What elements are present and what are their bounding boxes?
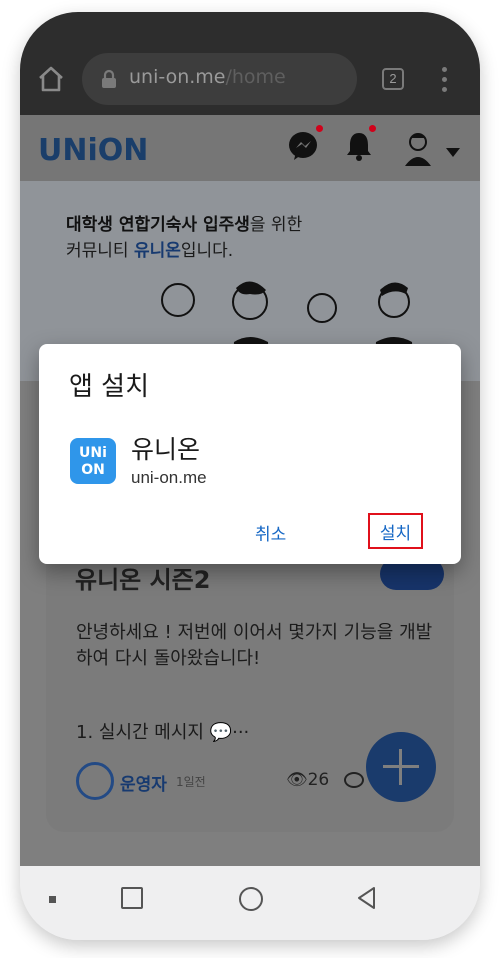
hero-line2-brand: 유니온	[133, 241, 181, 261]
lock-icon	[102, 69, 116, 88]
post-list-item: 1. 실시간 메시지 💬···	[76, 722, 250, 743]
recents-dot-icon[interactable]	[49, 896, 56, 903]
app-icon-text-line2: ON	[81, 462, 105, 478]
tab-switcher-button[interactable]: 2	[382, 68, 404, 90]
dialog-title: 앱 설치	[69, 372, 150, 402]
app-host: uni-on.me	[131, 468, 207, 487]
app-name: 유니온	[131, 435, 201, 464]
author-avatar	[76, 762, 114, 800]
browser-toolbar: uni-on.me/home 2	[20, 12, 480, 115]
bell-icon[interactable]	[344, 130, 374, 162]
hero-text: 대학생 연합기숙사 입주생을 위한 커뮤니티 유니온입니다.	[66, 212, 302, 264]
eye-icon: 👁	[286, 770, 308, 790]
app-icon: UNi ON	[70, 438, 116, 484]
app-icon-text-line1: UNi	[79, 445, 107, 461]
install-app-dialog: 앱 설치 UNi ON 유니온 uni-on.me 취소 설치	[39, 344, 461, 564]
address-bar[interactable]: uni-on.me/home	[82, 53, 357, 105]
url-host: uni-on.me	[129, 66, 226, 88]
cancel-button[interactable]: 취소	[255, 520, 286, 545]
author-name: 운영자	[120, 775, 167, 795]
back-triangle-icon[interactable]	[356, 886, 378, 910]
chevron-down-icon[interactable]	[446, 148, 460, 157]
more-menu-icon[interactable]	[440, 67, 448, 93]
hero-line2-post: 입니다.	[180, 241, 234, 261]
user-avatar-icon[interactable]	[402, 130, 434, 166]
home-circle-icon[interactable]	[239, 887, 263, 911]
install-button[interactable]: 설치	[368, 513, 423, 549]
url-text: uni-on.me/home	[129, 66, 286, 88]
home-icon[interactable]	[36, 64, 66, 94]
messenger-notification-dot	[316, 125, 323, 132]
hero-line1-bold: 대학생 연합기숙사 입주생	[66, 215, 250, 235]
view-count: 👁26	[286, 770, 329, 790]
view-count-value: 26	[307, 770, 330, 790]
url-path: /home	[225, 66, 286, 88]
phone-frame: uni-on.me/home 2 UNiON 대학생 연합기숙사 입주생을 위한…	[20, 12, 480, 940]
hero-line1-rest: 을 위한	[249, 215, 303, 235]
site-logo[interactable]: UNiON	[38, 133, 148, 168]
post-time: 1일전	[176, 775, 206, 789]
comment-icon	[344, 772, 364, 788]
overview-square-icon[interactable]	[121, 887, 143, 909]
add-post-button[interactable]	[366, 732, 436, 802]
messenger-icon[interactable]	[288, 130, 320, 162]
post-body: 안녕하세요 ! 저번에 이어서 몇가지 기능을 개발하여 다시 돌아왔습니다!	[76, 622, 433, 669]
post-title[interactable]: 유니온 시즌2	[75, 560, 210, 595]
hero-line2-pre: 커뮤니티	[66, 241, 134, 261]
bell-notification-dot	[369, 125, 376, 132]
